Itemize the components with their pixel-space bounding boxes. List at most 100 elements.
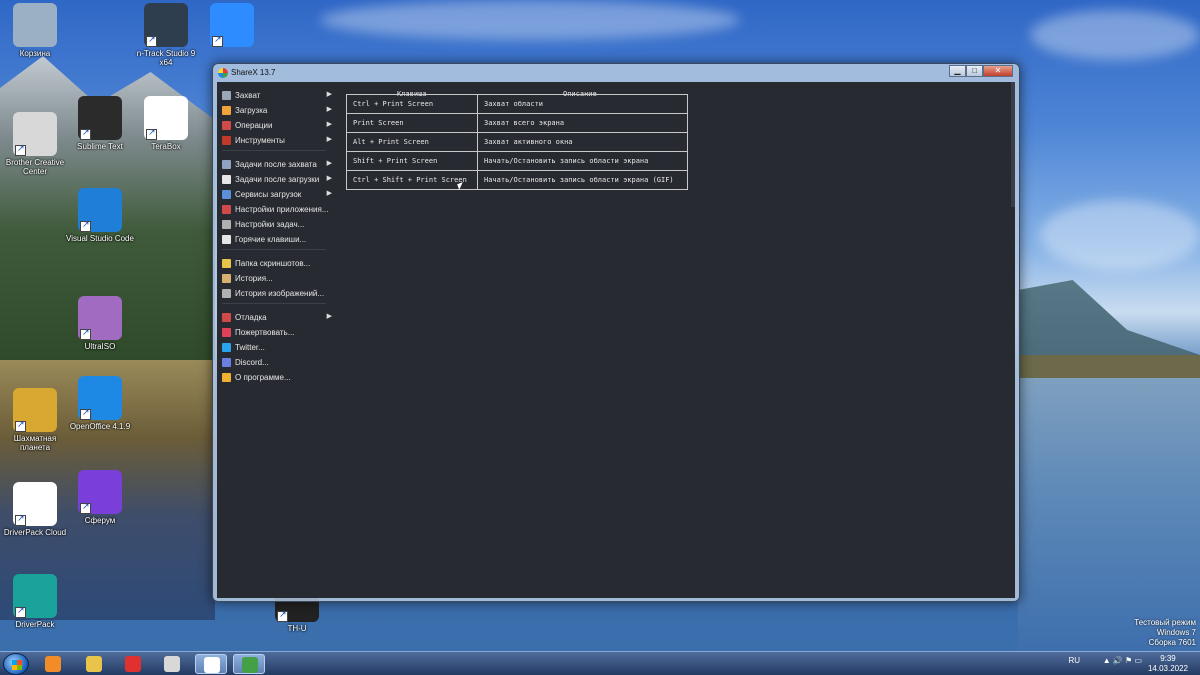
menu-item[interactable]: Пожертвовать... <box>222 325 332 339</box>
hotkey-row[interactable]: Shift + Print Screen Начать/Остановить за… <box>346 151 688 171</box>
clock[interactable]: 9:39 14.03.2022 <box>1148 654 1188 674</box>
taskbar: RU ▲ 🔊 ⚑ ▭ 9:39 14.03.2022 <box>0 651 1200 675</box>
menu-item-label: Задачи после захвата <box>235 159 317 169</box>
desktop-icon[interactable]: Корзина <box>0 3 70 58</box>
minimize-button[interactable]: ▁ <box>949 65 966 77</box>
menu-item[interactable]: История... <box>222 271 332 285</box>
menu-item[interactable]: Операции ▶ <box>222 118 332 132</box>
desktop-icon-label: Шахматная планета <box>13 434 57 452</box>
capture-icon <box>222 90 231 100</box>
heart-icon <box>222 327 231 337</box>
submenu-arrow-icon: ▶ <box>326 160 332 167</box>
taskbar-button[interactable] <box>195 654 227 674</box>
taskbar-button[interactable] <box>78 654 110 674</box>
menu-item[interactable]: Горячие клавиши... <box>222 232 332 246</box>
menu-item-label: Инструменты <box>235 135 285 145</box>
menu-item[interactable]: Задачи после захвата ▶ <box>222 157 332 171</box>
language-indicator[interactable]: RU <box>1068 656 1080 665</box>
desktop-icon-label: UltraISO <box>84 342 116 351</box>
submenu-arrow-icon: ▶ <box>326 190 332 197</box>
7z-icon <box>13 482 57 526</box>
menu-item[interactable]: История изображений... <box>222 286 332 300</box>
desktop-icon[interactable]: Шахматная планета <box>0 388 70 452</box>
ntrack-icon <box>144 3 188 47</box>
taskbar-button[interactable] <box>233 654 265 674</box>
hotkey-row[interactable]: Ctrl + Print Screen Захват области <box>346 94 688 114</box>
menu-item[interactable]: О программе... <box>222 370 332 384</box>
desktop-icon[interactable] <box>197 3 267 49</box>
desktop-icon-label: Sublime Text <box>77 142 123 151</box>
menu-item-label: О программе... <box>235 372 291 382</box>
history-icon <box>222 273 231 283</box>
hotkey-row[interactable]: Alt + Print Screen Захват активного окна <box>346 132 688 152</box>
desktop-icon-label: n-Track Studio 9 x64 <box>136 49 196 67</box>
shortcut-arrow-icon <box>146 35 157 47</box>
desktop-icon[interactable]: Visual Studio Code <box>65 188 135 243</box>
shortcut-arrow-icon <box>15 144 26 156</box>
hotkey-description: Захват области <box>477 94 688 114</box>
app-icon <box>164 656 180 672</box>
shortcut-arrow-icon <box>15 514 26 526</box>
desktop-icon[interactable]: Сферум <box>65 470 135 525</box>
menu-item[interactable]: Захват ▶ <box>222 88 332 102</box>
menu-item[interactable]: Папка скриншотов... <box>222 256 332 270</box>
desktop-icon[interactable]: TeraBox <box>131 96 201 151</box>
vscode-icon <box>78 188 122 232</box>
title-bar[interactable]: ShareX 13.7 ▁ □ ✕ <box>213 64 1019 82</box>
image-history-icon <box>222 288 231 298</box>
menu-item[interactable]: Задачи после загрузки ▶ <box>222 172 332 186</box>
hotkey-row[interactable]: Print Screen Захват всего экрана <box>346 113 688 133</box>
menu-item[interactable]: Инструменты ▶ <box>222 133 332 147</box>
menu-item[interactable]: Discord... <box>222 355 332 369</box>
shortcut-arrow-icon <box>146 128 157 140</box>
sharex-icon <box>242 657 258 673</box>
menu-item[interactable]: Twitter... <box>222 340 332 354</box>
ultraiso-icon <box>78 296 122 340</box>
submenu-arrow-icon: ▶ <box>326 91 332 98</box>
twitter-icon <box>222 342 231 352</box>
destinations-icon <box>222 189 231 199</box>
sharex-window[interactable]: ShareX 13.7 ▁ □ ✕ Захват ▶ Загрузка ▶ Операц… <box>212 63 1020 602</box>
taskbar-button[interactable] <box>117 654 149 674</box>
brother-icon <box>13 112 57 156</box>
menu-item[interactable]: Настройки задач... <box>222 217 332 231</box>
desktop-icon[interactable]: OpenOffice 4.1.9 <box>65 376 135 431</box>
hotkey-description: Начать/Остановить запись области экрана <box>477 151 688 171</box>
desktop-icon[interactable]: DriverPack Cloud <box>0 482 70 537</box>
tray-icons[interactable]: ▲ 🔊 ⚑ ▭ <box>1103 656 1142 665</box>
taskbar-button[interactable] <box>37 654 69 674</box>
desktop-icon[interactable]: UltraISO <box>65 296 135 351</box>
hotkeys-table: Ctrl + Print Screen Захват области Print S… <box>346 94 688 190</box>
menu-item[interactable]: Отладка ▶ <box>222 310 332 324</box>
discord-icon <box>222 357 231 367</box>
menu-item[interactable]: Загрузка ▶ <box>222 103 332 117</box>
hotkey-description: Начать/Остановить запись области экрана … <box>477 170 688 190</box>
menu-item-label: Настройки задач... <box>235 219 305 229</box>
menu-item[interactable]: Сервисы загрузок ▶ <box>222 187 332 201</box>
shortcut-arrow-icon <box>15 420 26 432</box>
menu-item[interactable]: Настройки приложения... <box>222 202 332 216</box>
recycle-bin-icon <box>13 3 57 47</box>
terabox-icon <box>144 96 188 140</box>
sferum-icon <box>78 470 122 514</box>
about-icon <box>222 372 231 382</box>
submenu-arrow-icon: ▶ <box>326 136 332 143</box>
taskbar-button[interactable] <box>156 654 188 674</box>
window-title: ShareX 13.7 <box>231 68 276 77</box>
desktop-icon[interactable]: DriverPack <box>0 574 70 629</box>
desktop-icon-label: DriverPack Cloud <box>3 528 67 537</box>
desktop-icon[interactable]: Brother Creative Center <box>0 112 70 176</box>
desktop-icon[interactable]: n-Track Studio 9 x64 <box>131 3 201 67</box>
desktop-icon[interactable]: Sublime Text <box>65 96 135 151</box>
close-button[interactable]: ✕ <box>983 65 1013 77</box>
start-button[interactable] <box>3 653 29 675</box>
maximize-button[interactable]: □ <box>966 65 983 77</box>
hotkey-row[interactable]: Ctrl + Shift + Print Screen Начать/Остано… <box>346 170 688 190</box>
menu-item-label: Горячие клавиши... <box>235 234 307 244</box>
desktop-icon-label: Visual Studio Code <box>66 234 134 243</box>
openoffice-icon <box>78 376 122 420</box>
shortcut-arrow-icon <box>80 408 91 420</box>
shortcut-arrow-icon <box>80 502 91 514</box>
hotkey-description: Захват всего экрана <box>477 113 688 133</box>
desktop-icon-label: OpenOffice 4.1.9 <box>69 422 131 431</box>
